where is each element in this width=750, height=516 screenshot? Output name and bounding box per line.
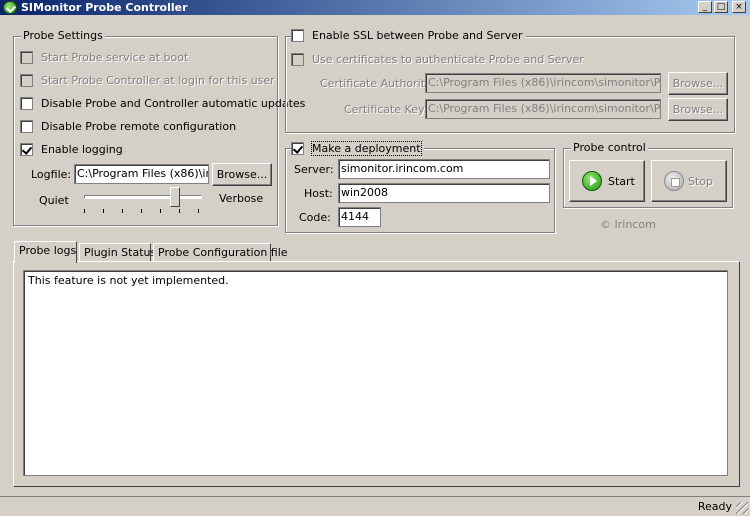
status-text: Ready — [697, 500, 732, 513]
tab-probe-configuration-file[interactable]: Probe Configuration file — [153, 243, 288, 263]
checkbox-box-checked — [20, 143, 33, 156]
logfile-label: Logfile: — [31, 168, 72, 181]
slider-tick — [141, 209, 142, 213]
checkbox-box — [291, 29, 304, 42]
stop-icon — [664, 171, 684, 191]
tab-panel-probe-logs: This feature is not yet implemented. — [13, 261, 740, 487]
checkbox-label: Make a deployment — [311, 141, 422, 156]
app-checkmark-icon — [3, 1, 17, 14]
start-label: Start — [608, 174, 635, 188]
probe-settings-title: Probe Settings — [21, 29, 105, 43]
tab-plugin-status[interactable]: Plugin Status — [79, 243, 156, 263]
probe-log-textarea[interactable]: This feature is not yet implemented. — [23, 270, 728, 476]
minimize-button[interactable]: _ — [698, 1, 712, 13]
certificate-authority-browse-button[interactable]: Browse... — [668, 72, 728, 95]
probe-control-title: Probe control — [571, 141, 648, 155]
main-window: SIMonitor Probe Controller _ □ × Probe S… — [0, 0, 750, 516]
disable-auto-updates-checkbox[interactable]: Disable Probe and Controller automatic u… — [20, 97, 305, 110]
checkbox-box — [20, 51, 33, 64]
resize-grip-icon[interactable] — [736, 502, 748, 514]
enable-ssl-checkbox[interactable]: Enable SSL between Probe and Server — [291, 29, 526, 42]
certificate-key-browse-button[interactable]: Browse... — [668, 98, 728, 121]
checkbox-label: Enable SSL between Probe and Server — [312, 29, 523, 42]
code-input[interactable]: 4144 — [338, 207, 381, 227]
verbose-label: Verbose — [219, 192, 264, 205]
copyright-text: © Irincom — [600, 218, 656, 231]
slider-tick — [198, 209, 199, 213]
start-button[interactable]: Start — [569, 160, 645, 202]
start-controller-at-login-checkbox[interactable]: Start Probe Controller at login for this… — [20, 74, 275, 87]
close-button[interactable]: × — [732, 1, 746, 13]
log-text: This feature is not yet implemented. — [28, 274, 229, 287]
certificate-authority-label: Certificate Authority: — [320, 77, 435, 90]
use-certificates-checkbox[interactable]: Use certificates to authenticate Probe a… — [291, 53, 584, 66]
play-icon — [582, 171, 602, 191]
certificate-key-label: Certificate Key: — [344, 103, 428, 116]
slider-track — [84, 195, 202, 199]
logfile-browse-button[interactable]: Browse... — [212, 163, 272, 186]
maximize-button[interactable]: □ — [714, 1, 728, 13]
slider-tick — [179, 209, 180, 213]
checkbox-box — [20, 120, 33, 133]
make-deployment-checkbox[interactable]: Make a deployment — [291, 141, 424, 156]
stop-button[interactable]: Stop — [651, 160, 727, 202]
slider-thumb[interactable] — [170, 187, 180, 207]
server-label: Server: — [294, 163, 334, 176]
checkbox-label: Use certificates to authenticate Probe a… — [312, 53, 584, 66]
checkbox-label: Start Probe service at boot — [41, 51, 189, 64]
checkbox-box — [20, 74, 33, 87]
slider-tick — [84, 209, 85, 213]
slider-tick — [122, 209, 123, 213]
slider-tick — [103, 209, 104, 213]
checkbox-box-checked — [291, 142, 304, 155]
status-bar: Ready — [0, 496, 750, 516]
tab-probe-logs[interactable]: Probe logs — [14, 241, 77, 263]
host-input[interactable]: win2008 — [338, 183, 550, 203]
certificate-key-input[interactable]: C:\Program Files (x86)\irincom\simonitor… — [425, 99, 661, 119]
enable-logging-checkbox[interactable]: Enable logging — [20, 143, 123, 156]
code-label: Code: — [299, 211, 331, 224]
checkbox-label: Disable Probe remote configuration — [41, 120, 237, 133]
checkbox-label: Start Probe Controller at login for this… — [41, 74, 275, 87]
certificate-authority-input[interactable]: C:\Program Files (x86)\irincom\simonitor… — [425, 73, 661, 93]
logfile-input[interactable]: C:\Program Files (x86)\irincom — [74, 164, 209, 184]
slider-tick — [160, 209, 161, 213]
stop-label: Stop — [688, 174, 714, 188]
disable-remote-config-checkbox[interactable]: Disable Probe remote configuration — [20, 120, 236, 133]
checkbox-label: Disable Probe and Controller automatic u… — [41, 97, 306, 110]
server-input[interactable]: simonitor.irincom.com — [338, 159, 550, 179]
checkbox-box — [291, 53, 304, 66]
start-service-at-boot-checkbox[interactable]: Start Probe service at boot — [20, 51, 188, 64]
quiet-label: Quiet — [39, 194, 69, 207]
host-label: Host: — [304, 187, 333, 200]
title-bar[interactable]: SIMonitor Probe Controller _ □ × — [0, 0, 750, 15]
checkbox-box — [20, 97, 33, 110]
checkbox-label: Enable logging — [41, 143, 123, 156]
window-title: SIMonitor Probe Controller — [21, 1, 188, 14]
